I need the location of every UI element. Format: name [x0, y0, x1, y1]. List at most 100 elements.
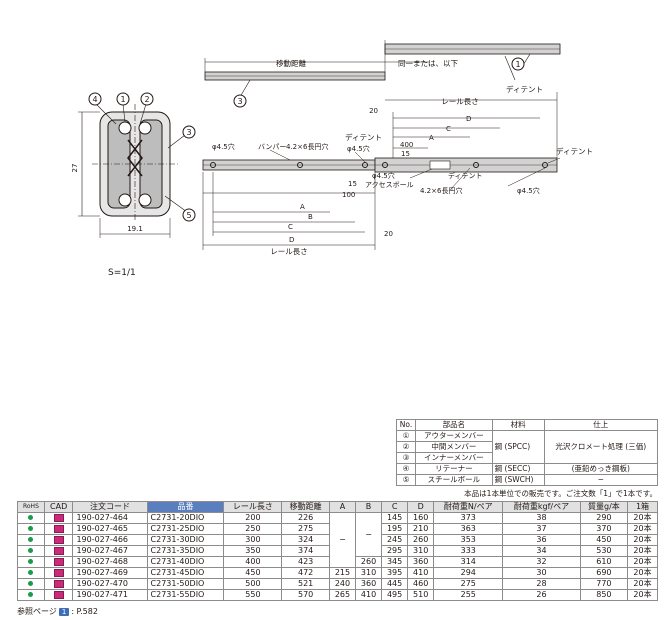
- cad-cell: [43, 534, 74, 546]
- load-kgf: 34: [502, 545, 581, 557]
- reference-page-number: : P.582: [71, 607, 98, 616]
- part-no: ⑤: [396, 474, 416, 486]
- spec-table: RoHS CAD 注文コード 品番 レール長さ 移動距離 A B C D 耐荷重…: [17, 501, 658, 601]
- cad-icon[interactable]: [53, 513, 64, 522]
- cad-icon[interactable]: [53, 524, 64, 533]
- travel-distance: 324: [281, 534, 330, 546]
- dim-15-right: 15: [401, 150, 410, 158]
- cad-icon[interactable]: [53, 535, 64, 544]
- cad-icon[interactable]: [53, 546, 64, 555]
- rohs-dot-icon: [28, 537, 34, 542]
- mass: 770: [579, 578, 629, 590]
- rail-length: 250: [223, 523, 283, 535]
- dim-d: 360: [407, 556, 435, 568]
- load-kgf: 32: [502, 556, 581, 568]
- label-rail-length-right: レール長さ: [441, 97, 479, 106]
- travel-distance: 374: [281, 545, 330, 557]
- box-qty: 20本: [627, 578, 658, 590]
- label-travel-distance: 移動距離: [276, 58, 306, 68]
- part-number: C2731-55DIO: [146, 589, 225, 601]
- order-code: 190-027-465: [72, 523, 148, 535]
- box-qty: 20本: [627, 512, 658, 524]
- dim-C-left: C: [288, 223, 293, 231]
- spec-header-d: D: [407, 501, 435, 513]
- spec-row: 190-027-471 C2731-55DIO 550 570 265 410 495 510…: [17, 589, 658, 601]
- dim-c: 195: [381, 523, 409, 535]
- spec-row: 190-027-469 C2731-45DIO 450 472 215 310 395 410…: [17, 567, 658, 579]
- box-qty: 20本: [627, 589, 658, 601]
- rohs-cell: [17, 589, 45, 601]
- dim-c: 395: [381, 567, 409, 579]
- order-code: 190-027-470: [72, 578, 148, 590]
- load-n: 255: [433, 589, 504, 601]
- label-hole-1: φ4.5穴: [347, 144, 370, 153]
- rohs-cell: [17, 512, 45, 524]
- load-kgf: 38: [502, 512, 581, 524]
- parts-header-material: 材料: [491, 419, 545, 431]
- dim-b: 360: [354, 578, 383, 590]
- part-no: ④: [396, 463, 416, 475]
- spec-header-travel: 移動距離: [281, 501, 330, 513]
- box-qty: 20本: [627, 567, 658, 579]
- load-n: 353: [433, 534, 504, 546]
- cad-icon[interactable]: [53, 590, 64, 599]
- cad-cell: [43, 512, 74, 524]
- order-code: 190-027-469: [72, 567, 148, 579]
- cad-icon[interactable]: [53, 568, 64, 577]
- dim-a: −: [328, 512, 357, 568]
- technical-drawing: 4 1 2 3 5 27 19.1 移動距離 同一または、以下 3 1 ディテン…: [71, 40, 593, 256]
- spec-header-rohs: RoHS: [17, 501, 45, 513]
- parts-row: ① アウターメンバー 鋼 (SPCC) 光沢クロメート処理 (三価): [396, 430, 659, 464]
- part-number: C2731-45DIO: [146, 567, 225, 579]
- dim-d: 510: [407, 589, 435, 601]
- rohs-cell: [17, 523, 45, 535]
- cad-icon[interactable]: [53, 557, 64, 566]
- rohs-dot-icon: [28, 592, 34, 597]
- order-code: 190-027-466: [72, 534, 148, 546]
- cad-cell: [43, 556, 74, 568]
- spec-header-part-number: 品番: [146, 501, 225, 513]
- label-access-ball: アクセスボール: [365, 181, 414, 189]
- part-finish: 光沢クロメート処理 (三価): [543, 430, 659, 464]
- dim-d: 210: [407, 523, 435, 535]
- cad-icon[interactable]: [53, 579, 64, 588]
- callout-2: 2: [144, 95, 149, 104]
- dim-b: −: [354, 512, 383, 557]
- part-material: 鋼 (SECC): [491, 463, 545, 475]
- travel-distance: 472: [281, 567, 330, 579]
- load-n: 373: [433, 512, 504, 524]
- callout-3: 3: [186, 128, 191, 137]
- part-no: ①: [396, 430, 416, 442]
- rail-length: 350: [223, 545, 283, 557]
- dim-15-left: 15: [348, 180, 357, 188]
- sales-unit-note: 本品は1本単位での販売です。ご注文数「1」で1本です。: [464, 489, 657, 498]
- reference-badge[interactable]: 1: [58, 608, 70, 616]
- parts-table: No. 部品名 材料 仕上 ① アウターメンバー 鋼 (SPCC) 光沢クロメー…: [396, 419, 659, 486]
- mass: 610: [579, 556, 629, 568]
- load-n: 363: [433, 523, 504, 535]
- travel-distance: 423: [281, 556, 330, 568]
- rohs-cell: [17, 545, 45, 557]
- label-hole-right: φ4.5穴: [517, 186, 540, 195]
- cad-cell: [43, 545, 74, 557]
- rail-length: 550: [223, 589, 283, 601]
- dim-c: 145: [381, 512, 409, 524]
- dim-D-right: D: [466, 115, 471, 123]
- dim-27: 27: [71, 164, 79, 173]
- order-code: 190-027-464: [72, 512, 148, 524]
- mass: 530: [579, 545, 629, 557]
- dim-c: 345: [381, 556, 409, 568]
- rohs-dot-icon: [28, 526, 34, 531]
- cross-section-view: [78, 92, 196, 238]
- label-same-or-less: 同一または、以下: [398, 59, 458, 68]
- dim-c: 445: [381, 578, 409, 590]
- travel-distance: 521: [281, 578, 330, 590]
- spec-row: 190-027-470 C2731-50DIO 500 521 240 360 445 460…: [17, 578, 658, 590]
- dim-400: 400: [400, 141, 413, 149]
- parts-row: ④ リテーナー 鋼 (SECC) (亜鉛めっき鋼板): [396, 463, 659, 475]
- spec-header-load-n: 耐荷重N/ペア: [433, 501, 504, 513]
- load-kgf: 26: [502, 589, 581, 601]
- callout-5: 5: [186, 211, 191, 220]
- part-finish: −: [543, 474, 659, 486]
- rail-length: 450: [223, 567, 283, 579]
